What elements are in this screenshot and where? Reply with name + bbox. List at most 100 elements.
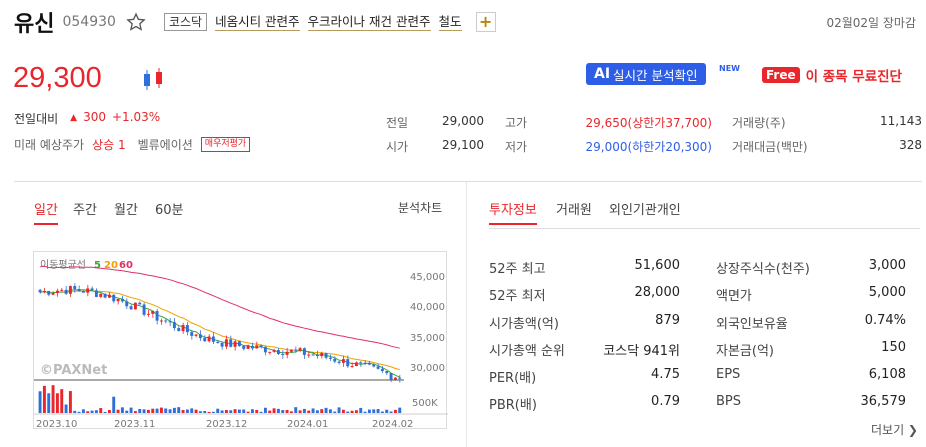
ma20-line: [40, 290, 400, 370]
invest-left-value-4: 4.75: [651, 367, 680, 382]
candle-body: [285, 351, 289, 355]
candle-body: [81, 291, 85, 293]
tab-weekly[interactable]: 주간: [73, 199, 97, 218]
candle-body: [393, 377, 397, 380]
candle-body: [116, 298, 120, 302]
x-tick-2024-02: 2024.02: [372, 419, 413, 430]
invest-left-value-0: 51,600: [634, 258, 681, 273]
prev-close-value: 29,000: [442, 114, 484, 128]
candle-body: [363, 362, 367, 364]
volume-bar: [47, 393, 51, 413]
volume-bar: [224, 410, 228, 413]
invest-right-label-1: 액면가: [716, 289, 752, 304]
candle-body: [289, 349, 293, 352]
free-text: 이 종목 무료진단: [805, 69, 902, 85]
candle-body: [242, 345, 246, 349]
price-chart[interactable]: 이동평균선 5 20 60 ©PAXNet 45,000 40,000 35,0…: [33, 251, 448, 430]
volume-bar: [194, 409, 198, 413]
volume-bar: [73, 410, 77, 413]
volume-bar: [350, 410, 354, 413]
volume-bar: [181, 410, 185, 413]
tab-brokers[interactable]: 거래원: [556, 199, 592, 218]
candle-body: [198, 334, 202, 339]
tab-monthly[interactable]: 월간: [114, 199, 138, 218]
tab-investor-types[interactable]: 외인기관개인: [609, 199, 681, 218]
volume-bar: [337, 407, 341, 413]
y-tick-35000: 35,000: [410, 333, 445, 344]
volume-bar: [86, 411, 90, 413]
candle-body: [372, 364, 376, 367]
volume-bar: [272, 408, 276, 413]
candle-body: [73, 286, 77, 289]
volume-bar: [268, 410, 272, 413]
low-label: 저가: [505, 140, 528, 154]
theme-tag-neom[interactable]: 네옴시티 관련주: [215, 14, 300, 31]
volume-bar: [302, 408, 306, 413]
star-icon[interactable]: [126, 12, 146, 32]
volume-bar: [159, 407, 163, 413]
candle-icon: [144, 68, 162, 90]
candle-body: [298, 348, 302, 351]
invest-right-label-4: EPS: [716, 367, 741, 382]
free-badge: Free: [762, 67, 800, 83]
volume-bar: [281, 410, 285, 413]
volume-bar: [385, 409, 389, 413]
tab-daily[interactable]: 일간: [34, 199, 58, 225]
candle-body: [177, 328, 181, 332]
volume-bar: [211, 411, 215, 413]
valuation-badge[interactable]: 매우저평가: [200, 137, 251, 152]
change-value: 300: [83, 110, 106, 124]
volume-bar: [99, 408, 103, 413]
ma60-line: [40, 265, 400, 349]
stock-title-row: 유신 054930 코스닥 네옴시티 관련주 우크라이나 재건 관련주 철도 +: [14, 8, 496, 37]
tab-invest-info[interactable]: 투자정보: [489, 199, 537, 225]
volume-bar: [320, 409, 324, 413]
candle-body: [90, 288, 94, 291]
tab-60min[interactable]: 60분: [155, 199, 184, 218]
volume-bar: [285, 409, 289, 413]
candle-body: [385, 371, 389, 374]
candle-body: [138, 302, 142, 305]
volume-bar: [307, 410, 311, 413]
candle-body: [346, 359, 350, 367]
ma-legend-label: 이동평균선: [40, 259, 86, 271]
theme-tag-rail[interactable]: 철도: [438, 14, 462, 31]
invest-left-value-2: 879: [655, 313, 680, 328]
market-badge: 코스닥: [163, 13, 208, 31]
theme-tag-ukraine[interactable]: 우크라이나 재건 관련주: [307, 14, 431, 31]
candle-body: [389, 373, 393, 380]
candle-body: [324, 353, 328, 358]
candle-body: [112, 294, 116, 302]
add-theme-button[interactable]: +: [475, 12, 496, 32]
x-tick-2023-12: 2023.12: [206, 419, 247, 430]
volume-bar: [81, 409, 85, 413]
info-tab-divider: [489, 228, 920, 229]
candle-body: [250, 345, 254, 349]
candle-body: [246, 345, 250, 349]
stock-code: 054930: [62, 14, 116, 30]
invest-left-label-2: 시가총액(억): [489, 317, 559, 332]
invest-right-value-1: 5,000: [868, 285, 906, 300]
candle-body: [216, 341, 220, 343]
volume-bar: [55, 393, 59, 413]
invest-left-label-0: 52주 최고: [489, 262, 546, 277]
volume-bar: [51, 385, 55, 413]
candle-body: [367, 362, 371, 365]
candle-body: [311, 354, 315, 356]
candle-body: [350, 366, 354, 368]
volume-bar: [389, 411, 393, 413]
forecast-value[interactable]: 상승 1: [92, 136, 126, 153]
candle-body: [320, 353, 324, 357]
candle-body: [237, 341, 241, 346]
candle-body: [55, 290, 59, 294]
volume-bar: [346, 411, 350, 413]
more-link[interactable]: 더보기 ❯: [871, 421, 918, 438]
invest-left-label-3: 시가총액 순위: [489, 344, 565, 359]
candle-body: [168, 321, 172, 323]
volume-bar: [276, 408, 280, 413]
invest-left-value-5: 0.79: [651, 394, 680, 409]
free-diagnosis-button[interactable]: Free 이 종목 무료진단: [762, 65, 902, 85]
ai-analysis-button[interactable]: AI 실시간 분석확인: [586, 63, 706, 85]
candle-body: [307, 354, 311, 356]
analysis-chart-link[interactable]: 분석차트: [398, 199, 442, 216]
